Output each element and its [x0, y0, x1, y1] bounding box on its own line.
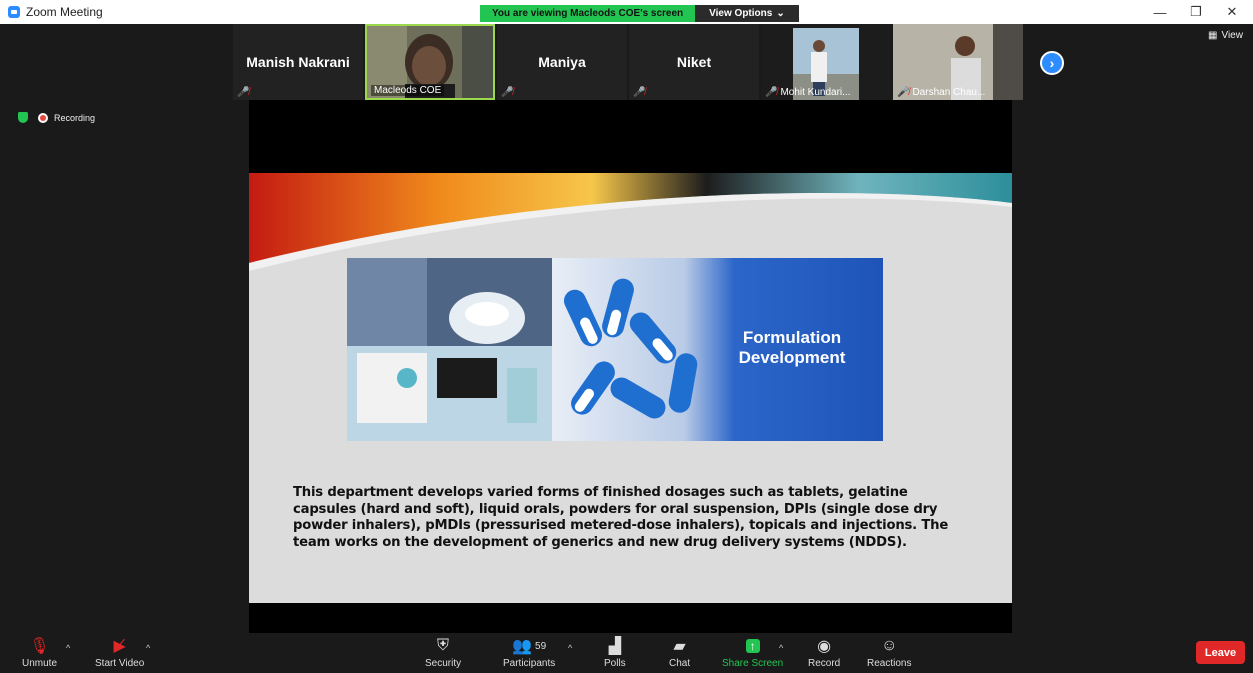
participant-tile-active-speaker[interactable]: Macleods COE: [365, 24, 495, 100]
participant-tag: 🎤̸: [501, 87, 513, 98]
slide-heading: Formulation Development: [707, 328, 877, 368]
participant-tile[interactable]: Manish Nakrani 🎤̸: [233, 24, 363, 100]
laboratory-image: [347, 258, 552, 441]
audio-options-caret[interactable]: ^: [66, 643, 70, 653]
screen-share-banner: You are viewing Macleods COE's screen Vi…: [480, 5, 799, 22]
unmute-label: Unmute: [22, 658, 58, 669]
recording-indicator[interactable]: Recording: [38, 112, 96, 123]
view-options-button[interactable]: View Options ⌄: [695, 5, 799, 22]
restore-button[interactable]: ❐: [1178, 0, 1214, 24]
participant-tile[interactable]: 🎤̸ Mohit Kundari...: [761, 24, 891, 100]
meeting-stage: Manish Nakrani 🎤̸ Macleods COE Maniya 🎤̸: [0, 24, 1253, 656]
close-button[interactable]: ✕: [1214, 0, 1250, 24]
record-button[interactable]: ◉ Record: [808, 637, 840, 669]
polls-label: Polls: [604, 658, 626, 669]
view-button[interactable]: ▦ View: [1208, 30, 1243, 41]
window-title: Zoom Meeting: [26, 5, 103, 19]
participant-tag: 🎤̸ Darshan Chau...: [897, 87, 985, 98]
view-button-label: View: [1221, 30, 1243, 41]
leave-button[interactable]: Leave: [1196, 641, 1245, 664]
recording-label: Recording: [54, 112, 96, 123]
video-off-icon: ▶̸: [113, 638, 126, 655]
minimize-button[interactable]: —: [1142, 0, 1178, 24]
start-video-button[interactable]: ▶̸ Start Video: [95, 637, 144, 669]
participant-tile[interactable]: 🎤̸ Darshan Chau...: [893, 24, 1023, 100]
share-screen-label: Share Screen: [722, 658, 784, 669]
participant-tile[interactable]: Niket 🎤̸: [629, 24, 759, 100]
participant-tag: 🎤̸: [633, 87, 645, 98]
chat-label: Chat: [669, 658, 691, 669]
participant-tag: 🎤̸: [237, 87, 249, 98]
mic-muted-icon: 🎤̸: [237, 87, 250, 98]
record-icon: ◉: [817, 638, 832, 655]
lab-illustration: [347, 258, 552, 441]
participant-name: Mohit Kundari...: [780, 87, 851, 98]
participant-tag: 🎤̸ Mohit Kundari...: [765, 87, 851, 98]
zoom-app-icon: [8, 6, 20, 18]
participant-thumbnail-strip: Manish Nakrani 🎤̸ Macleods COE Maniya 🎤̸: [233, 24, 1023, 100]
share-screen-button[interactable]: ↑ Share Screen: [722, 637, 783, 669]
view-options-label: View Options: [709, 8, 773, 19]
share-options-caret[interactable]: ^: [779, 643, 783, 653]
reactions-button[interactable]: ☺ Reactions: [867, 637, 911, 669]
mic-muted-icon: 🎤̸: [633, 87, 646, 98]
participants-label: Participants: [503, 658, 556, 669]
mic-muted-icon: 🎤̸: [765, 87, 778, 98]
smiley-plus-icon: ☺: [881, 637, 898, 654]
chat-bubble-icon: ▰: [673, 638, 686, 655]
shield-icon: ⛨: [437, 637, 450, 654]
participants-icon: 👥 59: [512, 638, 547, 655]
slide-heading-line2: Development: [738, 348, 846, 367]
participant-tag: Macleods COE: [371, 85, 445, 96]
grid-icon: ▦: [1208, 30, 1218, 41]
video-options-caret[interactable]: ^: [146, 643, 150, 653]
chevron-right-icon: ›: [1049, 55, 1055, 71]
chevron-down-icon: ⌄: [776, 8, 785, 19]
participant-name: Macleods COE: [374, 85, 442, 96]
share-screen-icon: ↑: [745, 637, 760, 655]
participant-name: Darshan Chau...: [912, 87, 986, 98]
viewing-screen-label: You are viewing Macleods COE's screen: [480, 5, 696, 22]
mic-muted-icon: 🎤̸: [897, 87, 910, 98]
polls-button[interactable]: ▟ Polls: [604, 637, 626, 669]
encryption-shield-icon[interactable]: [18, 112, 28, 123]
record-label: Record: [808, 658, 841, 669]
capsules-image: Formulation Development: [552, 258, 883, 441]
mic-muted-icon: 🎤̸: [501, 87, 514, 98]
participants-count: 59: [535, 640, 547, 652]
title-bar: Zoom Meeting You are viewing Macleods CO…: [0, 0, 1253, 24]
participant-name: Manish Nakrani: [246, 54, 350, 70]
start-video-label: Start Video: [95, 658, 145, 669]
shared-screen: Formulation Development This department …: [249, 100, 1012, 656]
reactions-label: Reactions: [867, 658, 912, 669]
participant-name: Niket: [676, 54, 712, 70]
mic-muted-icon: 🎙: [29, 638, 50, 655]
slide-hero-image: Formulation Development: [347, 258, 883, 441]
meeting-toolbar: 🎙 Unmute ^ ▶̸ Start Video ^ ⛨ Security 👥…: [0, 633, 1253, 673]
slide-heading-line1: Formulation: [742, 328, 842, 347]
participants-button[interactable]: 👥 59 Participants: [503, 637, 555, 669]
security-label: Security: [425, 658, 462, 669]
presentation-slide: Formulation Development This department …: [249, 173, 1012, 603]
bar-chart-icon: ▟: [608, 638, 621, 655]
security-button[interactable]: ⛨ Security: [425, 637, 461, 669]
chat-button[interactable]: ▰ Chat: [669, 637, 690, 669]
participant-name: Maniya: [538, 54, 586, 70]
participant-tile[interactable]: Maniya 🎤̸: [497, 24, 627, 100]
participants-options-caret[interactable]: ^: [568, 643, 572, 653]
next-participants-button[interactable]: ›: [1040, 51, 1064, 75]
unmute-button[interactable]: 🎙 Unmute: [22, 637, 57, 669]
slide-body-text: This department develops varied forms of…: [293, 485, 949, 550]
meeting-status: Recording: [18, 112, 95, 123]
recording-dot-icon: [38, 112, 48, 123]
